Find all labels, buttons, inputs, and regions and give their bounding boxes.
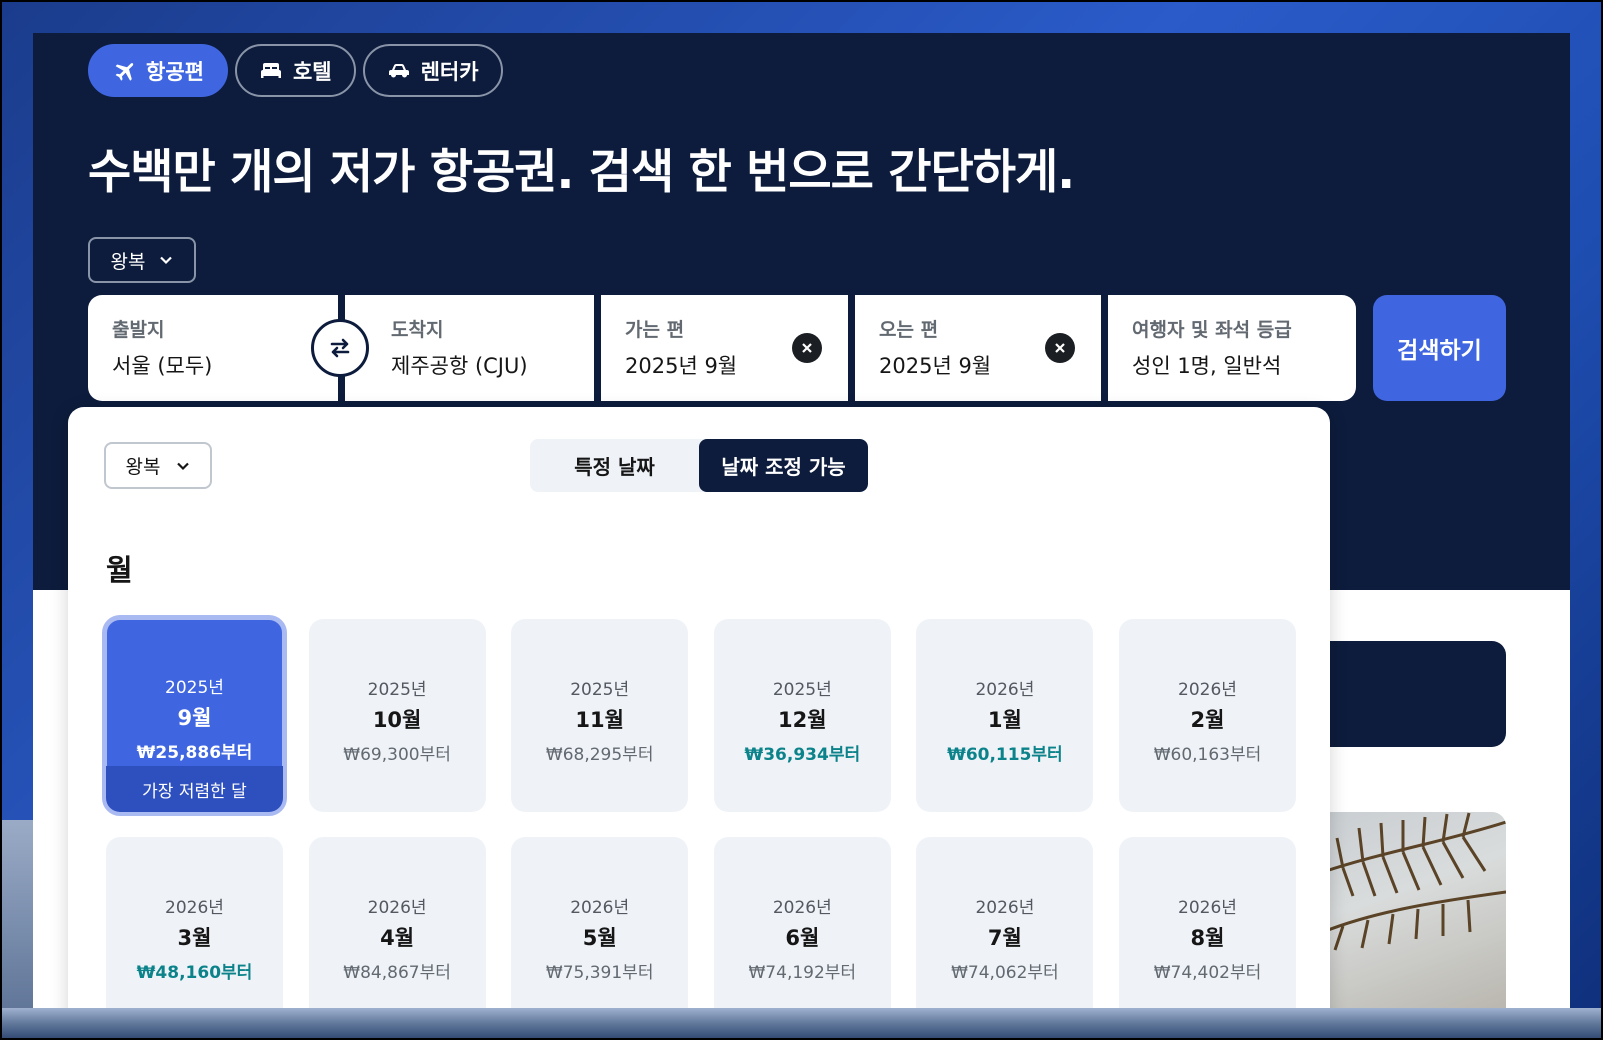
- month-card-year: 2026년: [975, 680, 1035, 700]
- month-card-price: ₩25,886부터: [136, 743, 253, 763]
- tab-car-rental[interactable]: 렌터카: [362, 44, 503, 97]
- bed-icon: [260, 62, 281, 78]
- month-card-month: 6월: [785, 926, 820, 950]
- month-card[interactable]: 2026년 7월 ₩74,062부터: [916, 837, 1094, 1008]
- month-card[interactable]: 2026년 1월 ₩60,115부터: [916, 619, 1094, 812]
- month-card[interactable]: 2026년 6월 ₩74,192부터: [713, 837, 891, 1008]
- popup-trip-type-select[interactable]: 왕복: [104, 442, 212, 489]
- month-card-year: 2026년: [165, 898, 224, 918]
- close-icon: [802, 343, 812, 353]
- month-card-price: ₩84,867부터: [343, 963, 451, 983]
- month-card-year: 2026년: [975, 898, 1035, 918]
- destination-label: 도착지: [391, 319, 444, 341]
- month-card-year: 2025년: [165, 678, 224, 698]
- travelers-field[interactable]: 여행자 및 좌석 등급 성인 1명, 일반석: [1108, 295, 1356, 401]
- month-card-price: ₩75,391부터: [545, 963, 654, 983]
- month-card[interactable]: 2026년 5월 ₩75,391부터: [511, 837, 689, 1008]
- month-section-title: 월: [106, 553, 133, 587]
- toggle-flexible-dates[interactable]: 날짜 조정 가능: [699, 439, 868, 492]
- date-mode-toggle: 특정 날짜 날짜 조정 가능: [530, 439, 868, 492]
- month-card-year: 2025년: [570, 680, 630, 700]
- airplane-icon: [115, 62, 134, 81]
- month-card-price: ₩36,934부터: [744, 745, 861, 765]
- month-card-price: ₩69,300부터: [343, 745, 451, 765]
- promo-banner[interactable]: [1323, 641, 1506, 747]
- destination-photo: [1323, 812, 1506, 1008]
- month-card-year: 2026년: [1178, 898, 1237, 918]
- month-card-price: ₩74,402부터: [1153, 963, 1262, 983]
- depart-date-field[interactable]: 가는 편 2025년 9월: [601, 295, 848, 401]
- tab-label: 렌터카: [420, 59, 479, 84]
- month-card-month: 8월: [1190, 926, 1225, 950]
- origin-label: 출발지: [112, 319, 165, 341]
- desktop-wallpaper: [0, 820, 34, 1020]
- month-card-year: 2026년: [570, 898, 630, 918]
- chevron-down-icon: [160, 256, 173, 265]
- product-tabs: 항공편 호텔 렌터카: [88, 44, 503, 97]
- month-card-month: 4월: [380, 926, 415, 950]
- month-card-year: 2025년: [772, 680, 832, 700]
- palm-leaves-image: [1323, 812, 1506, 951]
- month-card-month: 3월: [177, 926, 212, 950]
- month-card-year: 2026년: [1178, 680, 1237, 700]
- month-card[interactable]: 2025년 10월 ₩69,300부터: [308, 619, 486, 812]
- travelers-value: 성인 1명, 일반석: [1132, 354, 1282, 378]
- cheapest-month-badge: 가장 저렴한 달: [106, 766, 283, 812]
- origin-value: 서울 (모두): [112, 354, 213, 378]
- clear-return-button[interactable]: [1045, 333, 1075, 363]
- month-card-month: 12월: [778, 708, 827, 732]
- trip-type-label: 왕복: [110, 250, 146, 273]
- month-card[interactable]: 2026년 3월 ₩48,160부터: [106, 837, 283, 1008]
- destination-field[interactable]: 도착지 제주공항 (CJU): [345, 295, 594, 401]
- month-card[interactable]: 2025년 9월 ₩25,886부터가장 저렴한 달: [102, 615, 287, 816]
- month-card-price: ₩60,115부터: [947, 745, 1063, 765]
- close-icon: [1055, 343, 1065, 353]
- tab-label: 항공편: [146, 59, 204, 84]
- trip-type-select[interactable]: 왕복: [88, 237, 196, 283]
- swap-arrows-icon: [330, 338, 350, 358]
- car-icon: [388, 63, 409, 77]
- month-card[interactable]: 2025년 12월 ₩36,934부터: [713, 619, 891, 812]
- month-card-month: 10월: [372, 708, 422, 732]
- month-card-price: ₩68,295부터: [545, 745, 654, 765]
- clear-depart-button[interactable]: [792, 333, 822, 363]
- month-card-price: ₩48,160부터: [136, 963, 253, 983]
- month-card-year: 2025년: [367, 680, 427, 700]
- month-card-month: 5월: [582, 926, 617, 950]
- tab-label: 호텔: [292, 59, 332, 84]
- travelers-label: 여행자 및 좌석 등급: [1132, 319, 1292, 341]
- page-headline: 수백만 개의 저가 항공권. 검색 한 번으로 간단하게.: [88, 145, 1075, 200]
- month-card-price: ₩74,062부터: [951, 963, 1059, 983]
- month-card-month: 1월: [987, 708, 1022, 732]
- month-card[interactable]: 2026년 8월 ₩74,402부터: [1119, 837, 1296, 1008]
- month-card[interactable]: 2026년 4월 ₩84,867부터: [308, 837, 486, 1008]
- chevron-down-icon: [177, 462, 190, 470]
- month-card-month: 11월: [575, 708, 624, 732]
- month-card[interactable]: 2025년 11월 ₩68,295부터: [511, 619, 689, 812]
- month-card[interactable]: 2026년 2월 ₩60,163부터: [1119, 619, 1296, 812]
- month-card-price: ₩60,163부터: [1153, 745, 1262, 765]
- search-button[interactable]: 검색하기: [1373, 295, 1506, 401]
- month-card-month: 7월: [987, 926, 1022, 950]
- browser-page: 항공편 호텔 렌터카 수백만 개의 저가 항공권. 검색 한 번으로 간단하게.…: [33, 33, 1570, 1008]
- return-date-field[interactable]: 오는 편 2025년 9월: [855, 295, 1101, 401]
- month-card-year: 2026년: [772, 898, 832, 918]
- tab-flights[interactable]: 항공편: [88, 44, 228, 97]
- origin-field[interactable]: 출발지 서울 (모두): [88, 295, 338, 401]
- swap-button[interactable]: [311, 319, 369, 377]
- popup-trip-type-label: 왕복: [125, 456, 161, 478]
- month-card-month: 9월: [177, 706, 212, 730]
- destination-value: 제주공항 (CJU): [391, 354, 528, 378]
- month-card-year: 2026년: [367, 898, 427, 918]
- month-card-month: 2월: [1190, 708, 1225, 732]
- toggle-specific-dates[interactable]: 특정 날짜: [530, 439, 699, 492]
- desktop-wallpaper-bottom: [0, 1008, 1603, 1040]
- month-card-price: ₩74,192부터: [748, 963, 857, 983]
- date-picker-popup: 왕복 특정 날짜 날짜 조정 가능 월 2025년 9월 ₩25,886부터가장 저…: [68, 407, 1330, 1008]
- tab-hotels[interactable]: 호텔: [234, 44, 356, 97]
